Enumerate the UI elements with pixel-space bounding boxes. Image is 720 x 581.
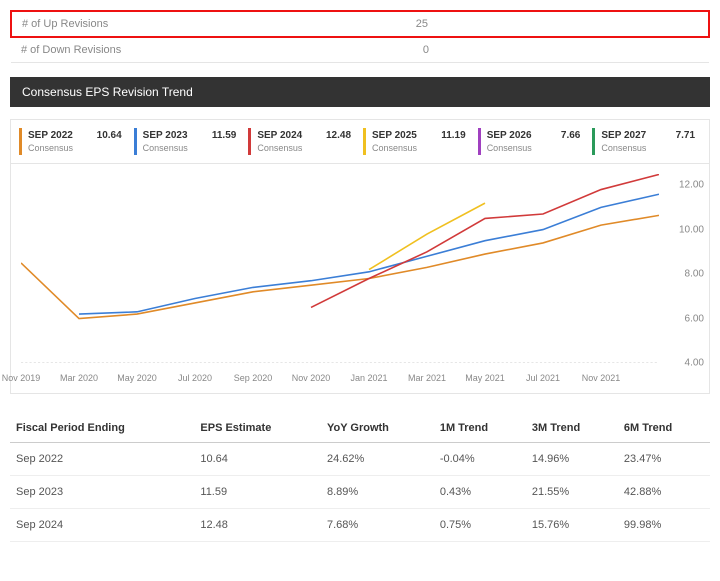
up-revisions-value: 25 xyxy=(406,11,709,37)
legend-sublabel: Consensus xyxy=(372,143,466,153)
legend-label: SEP 2023 xyxy=(143,130,188,141)
up-revisions-label: # of Up Revisions xyxy=(11,11,406,37)
down-revisions-label: # of Down Revisions xyxy=(11,37,406,63)
x-tick-label: Mar 2020 xyxy=(60,373,98,383)
eps-revision-chart: 4.006.008.0010.0012.00 Nov 2019Mar 2020M… xyxy=(10,164,710,394)
x-tick-label: Nov 2020 xyxy=(292,373,331,383)
legend-item[interactable]: SEP 2025 11.19 Consensus xyxy=(363,128,472,155)
eps-data-table: Fiscal Period EndingEPS EstimateYoY Grow… xyxy=(10,414,710,542)
chart-x-axis: Nov 2019Mar 2020May 2020Jul 2020Sep 2020… xyxy=(21,368,659,393)
y-tick-label: 8.00 xyxy=(685,269,704,280)
up-revisions-row: # of Up Revisions 25 xyxy=(11,11,709,37)
chart-legend: SEP 2022 10.64 Consensus SEP 2023 11.59 Conse… xyxy=(10,119,710,164)
down-revisions-row: # of Down Revisions 0 xyxy=(11,37,709,63)
x-tick-label: Jan 2021 xyxy=(350,373,387,383)
chart-y-axis: 4.006.008.0010.0012.00 xyxy=(664,174,709,363)
legend-item[interactable]: SEP 2027 7.71 Consensus xyxy=(592,128,701,155)
x-tick-label: Jul 2021 xyxy=(526,373,560,383)
series-line xyxy=(369,203,485,269)
table-cell: 0.43% xyxy=(434,476,526,509)
table-cell: 10.64 xyxy=(194,443,321,476)
table-row: Sep 202412.487.68%0.75%15.76%99.98% xyxy=(10,509,710,542)
legend-label: SEP 2022 xyxy=(28,130,73,141)
x-tick-label: May 2021 xyxy=(465,373,505,383)
table-cell: 14.96% xyxy=(526,443,618,476)
chart-plot-area xyxy=(21,174,659,363)
table-cell: 21.55% xyxy=(526,476,618,509)
legend-item[interactable]: SEP 2026 7.66 Consensus xyxy=(478,128,587,155)
legend-label: SEP 2027 xyxy=(601,130,646,141)
legend-value: 7.71 xyxy=(676,130,695,141)
chart-svg xyxy=(21,174,659,363)
x-tick-label: Sep 2020 xyxy=(234,373,273,383)
table-row: Sep 202311.598.89%0.43%21.55%42.88% xyxy=(10,476,710,509)
legend-sublabel: Consensus xyxy=(143,143,237,153)
legend-sublabel: Consensus xyxy=(601,143,695,153)
down-revisions-value: 0 xyxy=(406,37,709,63)
table-header: YoY Growth xyxy=(321,414,434,443)
table-cell: 15.76% xyxy=(526,509,618,542)
legend-label: SEP 2026 xyxy=(487,130,532,141)
x-tick-label: Mar 2021 xyxy=(408,373,446,383)
table-cell: 24.62% xyxy=(321,443,434,476)
table-cell: Sep 2024 xyxy=(10,509,194,542)
legend-item[interactable]: SEP 2022 10.64 Consensus xyxy=(19,128,128,155)
table-cell: 23.47% xyxy=(618,443,710,476)
table-header: 3M Trend xyxy=(526,414,618,443)
legend-item[interactable]: SEP 2024 12.48 Consensus xyxy=(248,128,357,155)
table-row: Sep 202210.6424.62%-0.04%14.96%23.47% xyxy=(10,443,710,476)
table-cell: Sep 2023 xyxy=(10,476,194,509)
x-tick-label: Nov 2019 xyxy=(2,373,41,383)
table-cell: 7.68% xyxy=(321,509,434,542)
table-cell: 11.59 xyxy=(194,476,321,509)
table-cell: 8.89% xyxy=(321,476,434,509)
x-tick-label: Jul 2020 xyxy=(178,373,212,383)
legend-value: 11.19 xyxy=(441,130,465,141)
table-cell: 12.48 xyxy=(194,509,321,542)
table-cell: Sep 2022 xyxy=(10,443,194,476)
table-header: EPS Estimate xyxy=(194,414,321,443)
table-header-row: Fiscal Period EndingEPS EstimateYoY Grow… xyxy=(10,414,710,443)
legend-value: 7.66 xyxy=(561,130,580,141)
series-line xyxy=(21,215,659,318)
x-tick-label: Nov 2021 xyxy=(582,373,621,383)
legend-value: 11.59 xyxy=(212,130,236,141)
legend-sublabel: Consensus xyxy=(28,143,122,153)
x-tick-label: May 2020 xyxy=(117,373,157,383)
legend-value: 10.64 xyxy=(97,130,122,141)
legend-item[interactable]: SEP 2023 11.59 Consensus xyxy=(134,128,243,155)
table-cell: 99.98% xyxy=(618,509,710,542)
table-cell: 42.88% xyxy=(618,476,710,509)
legend-value: 12.48 xyxy=(326,130,351,141)
y-tick-label: 4.00 xyxy=(685,358,704,369)
section-header: Consensus EPS Revision Trend xyxy=(10,77,710,107)
table-header: 6M Trend xyxy=(618,414,710,443)
revisions-table: # of Up Revisions 25 # of Down Revisions… xyxy=(10,10,710,63)
series-line xyxy=(79,194,659,314)
y-tick-label: 10.00 xyxy=(679,224,704,235)
table-cell: 0.75% xyxy=(434,509,526,542)
table-header: 1M Trend xyxy=(434,414,526,443)
table-header: Fiscal Period Ending xyxy=(10,414,194,443)
legend-sublabel: Consensus xyxy=(257,143,351,153)
y-tick-label: 6.00 xyxy=(685,313,704,324)
y-tick-label: 12.00 xyxy=(679,180,704,191)
legend-label: SEP 2025 xyxy=(372,130,417,141)
legend-sublabel: Consensus xyxy=(487,143,581,153)
legend-label: SEP 2024 xyxy=(257,130,302,141)
table-cell: -0.04% xyxy=(434,443,526,476)
